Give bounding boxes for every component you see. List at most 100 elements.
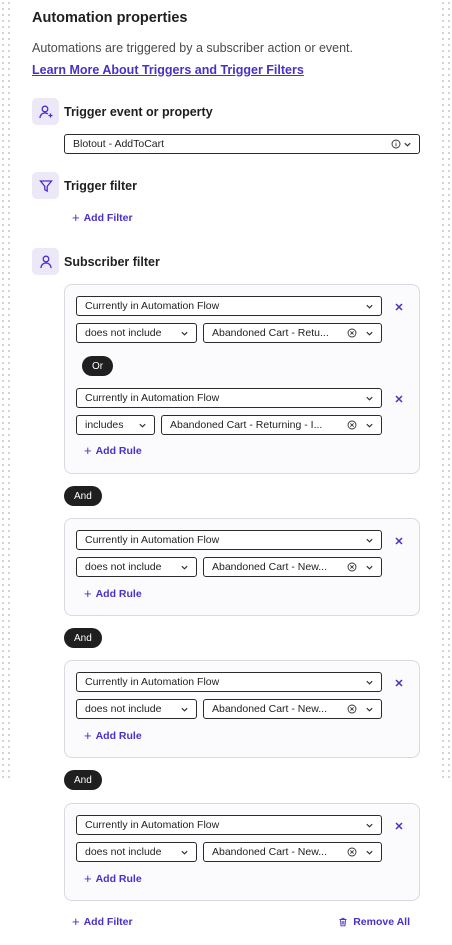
user-icon xyxy=(32,248,59,275)
property-value: Currently in Automation Flow xyxy=(85,392,220,404)
chevron-down-icon xyxy=(366,331,373,336)
trash-icon xyxy=(339,917,347,927)
property-value: Currently in Automation Flow xyxy=(85,819,220,831)
or-joiner-badge: Or xyxy=(82,356,114,376)
value-text: Abandoned Cart - New... xyxy=(212,561,327,573)
value-select[interactable]: Abandoned Cart - New... xyxy=(203,699,382,719)
operator-select[interactable]: includes xyxy=(76,415,155,435)
chevron-down-icon xyxy=(181,565,188,570)
value-select[interactable]: Abandoned Cart - New... xyxy=(203,557,382,577)
filter-group: Currently in Automation Flow does not in… xyxy=(64,518,420,616)
remove-all-label: Remove All xyxy=(353,916,410,928)
chevron-down-icon xyxy=(366,823,373,828)
add-rule-button[interactable]: + Add Rule xyxy=(84,586,142,601)
operator-value: does not include xyxy=(85,703,162,715)
value-text: Abandoned Cart - Retu... xyxy=(212,327,329,339)
operator-select[interactable]: does not include xyxy=(76,557,197,577)
close-icon[interactable] xyxy=(394,821,404,831)
trigger-filter-label: Trigger filter xyxy=(64,179,137,193)
panel-title: Automation properties xyxy=(32,10,188,26)
plus-icon: + xyxy=(84,443,92,458)
operator-select[interactable]: does not include xyxy=(76,842,197,862)
plus-icon: + xyxy=(72,914,80,929)
property-value: Currently in Automation Flow xyxy=(85,676,220,688)
chevron-down-icon xyxy=(366,396,373,401)
operator-select[interactable]: does not include xyxy=(76,699,197,719)
chevron-down-icon xyxy=(181,707,188,712)
and-joiner-badge: And xyxy=(64,486,102,506)
operator-value: does not include xyxy=(85,561,162,573)
clear-icon[interactable] xyxy=(347,704,357,714)
add-rule-label: Add Rule xyxy=(95,873,142,885)
add-rule-button[interactable]: + Add Rule xyxy=(84,728,142,743)
funnel-icon xyxy=(32,172,59,199)
filter-group: Currently in Automation Flow does not in… xyxy=(64,660,420,758)
automation-properties-panel: Automation properties Automations are tr… xyxy=(12,0,440,945)
plus-icon: + xyxy=(84,728,92,743)
info-icon xyxy=(391,139,401,149)
add-subscriber-filter-button[interactable]: + Add Filter xyxy=(72,914,133,929)
add-rule-label: Add Rule xyxy=(95,588,142,600)
property-select[interactable]: Currently in Automation Flow xyxy=(76,296,382,316)
clear-icon[interactable] xyxy=(347,328,357,338)
operator-value: does not include xyxy=(85,846,162,858)
chevron-down-icon xyxy=(366,423,373,428)
close-icon[interactable] xyxy=(394,678,404,688)
chevron-down-icon xyxy=(366,565,373,570)
filter-group: Currently in Automation Flow does not in… xyxy=(64,284,420,474)
add-rule-button[interactable]: + Add Rule xyxy=(84,871,142,886)
add-rule-label: Add Rule xyxy=(95,445,142,457)
chevron-down-icon xyxy=(181,850,188,855)
subscriber-filter-label: Subscriber filter xyxy=(64,255,160,269)
operator-select[interactable]: does not include xyxy=(76,323,197,343)
value-text: Abandoned Cart - New... xyxy=(212,703,327,715)
filter-group: Currently in Automation Flow does not in… xyxy=(64,803,420,901)
chevron-down-icon xyxy=(366,850,373,855)
value-select[interactable]: Abandoned Cart - Returning - I... xyxy=(161,415,382,435)
user-plus-icon xyxy=(32,98,59,125)
value-text: Abandoned Cart - Returning - I... xyxy=(170,419,323,431)
add-trigger-filter-button[interactable]: + Add Filter xyxy=(72,210,133,225)
close-icon[interactable] xyxy=(394,536,404,546)
dotted-background-right xyxy=(440,0,452,780)
property-select[interactable]: Currently in Automation Flow xyxy=(76,530,382,550)
learn-more-link[interactable]: Learn More About Triggers and Trigger Fi… xyxy=(32,63,304,77)
chevron-down-icon xyxy=(366,538,373,543)
dotted-background-left xyxy=(0,0,12,780)
chevron-down-icon xyxy=(181,331,188,336)
operator-value: does not include xyxy=(85,327,162,339)
operator-value: includes xyxy=(85,419,124,431)
value-select[interactable]: Abandoned Cart - Retu... xyxy=(203,323,382,343)
plus-icon: + xyxy=(84,586,92,601)
property-select[interactable]: Currently in Automation Flow xyxy=(76,388,382,408)
chevron-down-icon xyxy=(404,142,411,147)
chevron-down-icon xyxy=(139,423,146,428)
close-icon[interactable] xyxy=(394,302,404,312)
add-rule-label: Add Rule xyxy=(95,730,142,742)
property-value: Currently in Automation Flow xyxy=(85,300,220,312)
plus-icon: + xyxy=(72,210,80,225)
and-joiner-badge: And xyxy=(64,628,102,648)
clear-icon[interactable] xyxy=(347,847,357,857)
property-select[interactable]: Currently in Automation Flow xyxy=(76,815,382,835)
value-select[interactable]: Abandoned Cart - New... xyxy=(203,842,382,862)
plus-icon: + xyxy=(84,871,92,886)
chevron-down-icon xyxy=(366,680,373,685)
chevron-down-icon xyxy=(366,304,373,309)
value-text: Abandoned Cart - New... xyxy=(212,846,327,858)
clear-icon[interactable] xyxy=(347,420,357,430)
trigger-event-label: Trigger event or property xyxy=(64,105,213,119)
add-filter-label: Add Filter xyxy=(83,212,133,224)
add-filter-label: Add Filter xyxy=(83,916,133,928)
trigger-event-select[interactable]: Blotout - AddToCart xyxy=(64,134,420,154)
add-rule-button[interactable]: + Add Rule xyxy=(84,443,142,458)
panel-description: Automations are triggered by a subscribe… xyxy=(32,41,354,55)
close-icon[interactable] xyxy=(394,394,404,404)
clear-icon[interactable] xyxy=(347,562,357,572)
property-value: Currently in Automation Flow xyxy=(85,534,220,546)
chevron-down-icon xyxy=(366,707,373,712)
and-joiner-badge: And xyxy=(64,770,102,790)
remove-all-button[interactable]: Remove All xyxy=(338,916,410,928)
trigger-event-value: Blotout - AddToCart xyxy=(73,138,165,150)
property-select[interactable]: Currently in Automation Flow xyxy=(76,672,382,692)
